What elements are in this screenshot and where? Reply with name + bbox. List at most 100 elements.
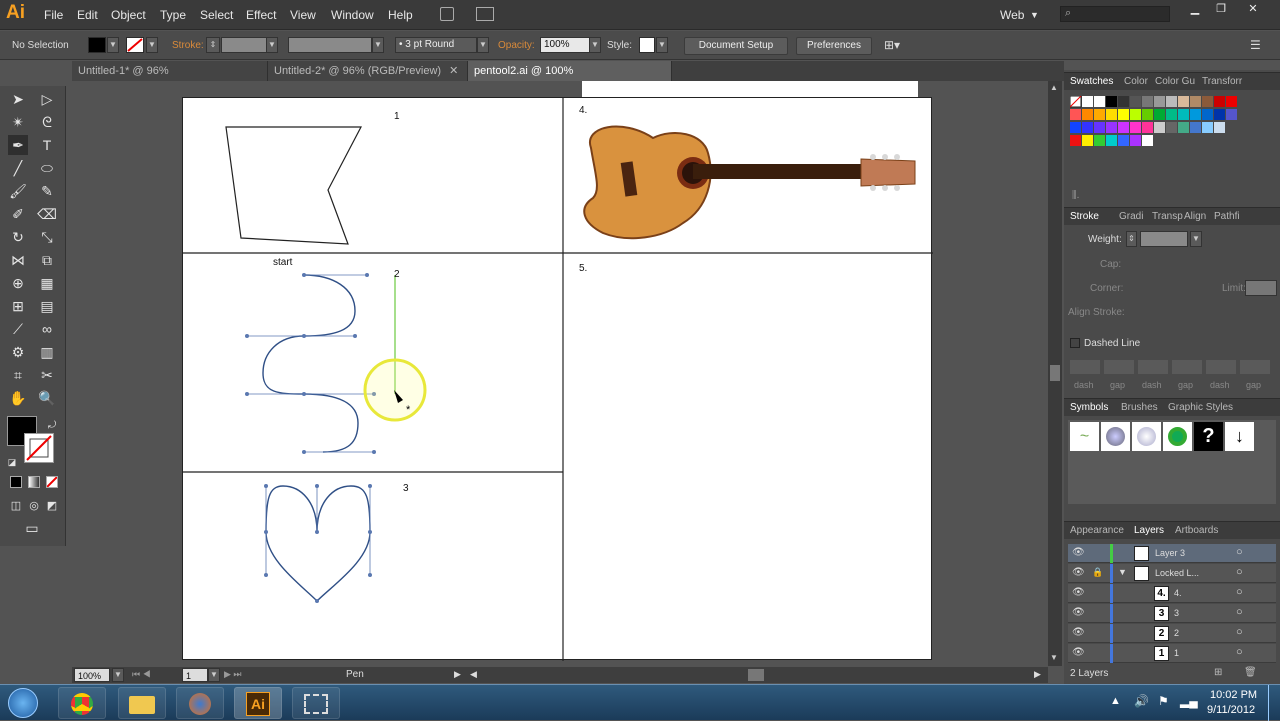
layer-row[interactable]: 👁 4. 4. ○ — [1068, 584, 1276, 603]
draw-inside-icon[interactable]: ◩ — [42, 496, 62, 516]
target-icon[interactable]: ○ — [1236, 646, 1243, 658]
symbol-green-target-icon[interactable] — [1163, 422, 1192, 451]
first-artboard-icon[interactable]: ⏮ ◀ — [132, 669, 151, 680]
layer-row[interactable]: 👁 2 2 ○ — [1068, 624, 1276, 643]
slice-tool-icon[interactable]: ✂ — [37, 365, 57, 385]
lasso-tool-icon[interactable]: ᘓ — [37, 112, 57, 132]
lock-icon[interactable]: 🔒 — [1092, 567, 1103, 578]
visibility-eye-icon[interactable]: 👁 — [1072, 587, 1085, 598]
tab-symbols[interactable]: Symbols — [1070, 402, 1108, 413]
layer-name[interactable]: 3 — [1174, 608, 1179, 618]
gradient-mode-icon[interactable] — [28, 476, 40, 488]
layer-row[interactable]: 👁 1 1 ○ — [1068, 644, 1276, 663]
tab-untitled-1[interactable]: Untitled-1* @ 96% (RGB/Preview)✕ — [72, 61, 268, 97]
screen-mode-icon[interactable]: ▭ — [22, 518, 42, 538]
layer-name[interactable]: 1 — [1174, 648, 1179, 658]
minimize-icon[interactable]: ▁ — [1184, 2, 1206, 15]
visibility-eye-icon[interactable]: 👁 — [1072, 567, 1085, 578]
ellipse-tool-icon[interactable]: ⬭ — [37, 158, 57, 178]
zoom-tool-icon[interactable]: 🔍 — [37, 388, 57, 408]
artboard[interactable]: * 1 2 3 4. 5. start — [182, 97, 933, 661]
arrange-icon[interactable]: ⊞▾ — [884, 38, 900, 52]
tab-transform[interactable]: Transforr — [1202, 76, 1242, 87]
eraser-tool-icon[interactable]: ⌫ — [37, 204, 57, 224]
horizontal-scroll-thumb[interactable] — [748, 669, 764, 681]
target-icon[interactable]: ○ — [1236, 546, 1243, 558]
swatch-library-icon[interactable]: ⫼. — [1072, 190, 1272, 204]
direct-selection-tool-icon[interactable]: ▷ — [37, 89, 57, 109]
vertical-scroll-thumb[interactable] — [1050, 365, 1060, 381]
tab-appearance[interactable]: Appearance — [1070, 525, 1124, 536]
swap-fill-stroke-icon[interactable]: ⤾ — [42, 416, 62, 436]
tab-brushes[interactable]: Brushes — [1121, 402, 1158, 413]
none-mode-icon[interactable] — [46, 476, 58, 488]
style-dropdown[interactable]: ▼ — [656, 37, 668, 53]
blend-tool-icon[interactable]: ∞ — [37, 319, 57, 339]
tab-gradient[interactable]: Gradi — [1119, 211, 1143, 222]
limit-field[interactable] — [1245, 280, 1277, 296]
dash-field[interactable] — [1206, 360, 1236, 374]
hand-tool-icon[interactable]: ✋ — [8, 388, 28, 408]
weight-dropdown[interactable]: ▼ — [1190, 231, 1202, 247]
eyedropper-tool-icon[interactable]: ⟋ — [8, 319, 28, 339]
start-button-icon[interactable] — [8, 688, 38, 718]
tab-transparency[interactable]: Transp — [1152, 211, 1183, 222]
canvas-area[interactable]: * 1 2 3 4. 5. start — [72, 81, 1048, 666]
mesh-tool-icon[interactable]: ⊞ — [8, 296, 28, 316]
volume-icon[interactable]: 🔊 — [1134, 694, 1149, 708]
style-swatch[interactable] — [639, 37, 655, 53]
swatch-cells[interactable] — [1069, 95, 1246, 148]
fill-swatch[interactable] — [88, 37, 106, 53]
stroke-label[interactable]: Stroke: — [172, 40, 204, 51]
close-tab-icon[interactable]: ✕ — [449, 65, 458, 77]
vertical-scrollbar[interactable]: ▲ ▼ — [1048, 81, 1062, 666]
menu-file[interactable]: File — [44, 8, 63, 22]
arrange-documents-icon[interactable] — [476, 7, 494, 21]
stroke-weight-dropdown[interactable]: ▼ — [266, 37, 278, 53]
visibility-eye-icon[interactable]: 👁 — [1072, 627, 1085, 638]
menu-object[interactable]: Object — [111, 8, 146, 22]
dash-field[interactable] — [1138, 360, 1168, 374]
menu-help[interactable]: Help — [388, 8, 413, 22]
gap-field[interactable] — [1104, 360, 1134, 374]
profile-dropdown[interactable]: ▼ — [372, 37, 384, 53]
tab-swatches[interactable]: Swatches — [1070, 76, 1113, 87]
menu-window[interactable]: Window — [331, 8, 374, 22]
width-tool-icon[interactable]: ⋈ — [8, 250, 28, 270]
security-icon[interactable]: ⚑ — [1158, 694, 1169, 708]
menu-type[interactable]: Type — [160, 8, 186, 22]
layer-name[interactable]: 4. — [1174, 588, 1182, 598]
weight-field[interactable] — [1140, 231, 1188, 247]
layer-name[interactable]: Locked L... — [1155, 568, 1199, 578]
gap-field[interactable] — [1172, 360, 1202, 374]
fill-dropdown[interactable]: ▼ — [107, 37, 119, 53]
search-input[interactable]: ⌕ — [1060, 6, 1170, 22]
status-menu-icon[interactable]: ▶ — [454, 669, 461, 680]
tab-pathfinder[interactable]: Pathfi — [1214, 211, 1240, 222]
symbol-white-sphere-icon[interactable] — [1132, 422, 1161, 451]
magic-wand-tool-icon[interactable]: ✴ — [8, 112, 28, 132]
perspective-grid-tool-icon[interactable]: ▦ — [37, 273, 57, 293]
new-layer-icon[interactable]: ⊞ — [1214, 667, 1222, 678]
pen-tool-icon[interactable]: ✒ — [8, 135, 28, 155]
rotate-tool-icon[interactable]: ↻ — [8, 227, 28, 247]
target-icon[interactable]: ○ — [1236, 606, 1243, 618]
visibility-eye-icon[interactable]: 👁 — [1072, 547, 1085, 558]
menu-edit[interactable]: Edit — [77, 8, 98, 22]
shape-builder-tool-icon[interactable]: ⊕ — [8, 273, 28, 293]
bridge-icon[interactable] — [440, 7, 454, 21]
opacity-field[interactable]: 100% — [540, 37, 590, 53]
artboard-dropdown[interactable]: ▼ — [208, 668, 220, 682]
dash-field[interactable] — [1070, 360, 1100, 374]
tab-color-guide[interactable]: Color Gu — [1155, 76, 1195, 87]
clock-date[interactable]: 9/11/2012 — [1207, 704, 1255, 716]
artboard-number-field[interactable]: 1 — [182, 668, 208, 682]
scroll-left-icon[interactable]: ◀ — [470, 669, 477, 680]
tab-pentool2[interactable]: pentool2.ai @ 100% (RGB/Preview)✕ — [468, 61, 672, 97]
visibility-eye-icon[interactable]: 👁 — [1072, 607, 1085, 618]
blob-brush-tool-icon[interactable]: ✐ — [8, 204, 28, 224]
dashed-line-label[interactable]: Dashed Line — [1084, 338, 1140, 349]
tab-layers[interactable]: Layers — [1134, 525, 1164, 536]
symbol-vine-icon[interactable]: ~ — [1070, 422, 1099, 451]
workspace-chevron-icon[interactable]: ▼ — [1030, 10, 1039, 20]
